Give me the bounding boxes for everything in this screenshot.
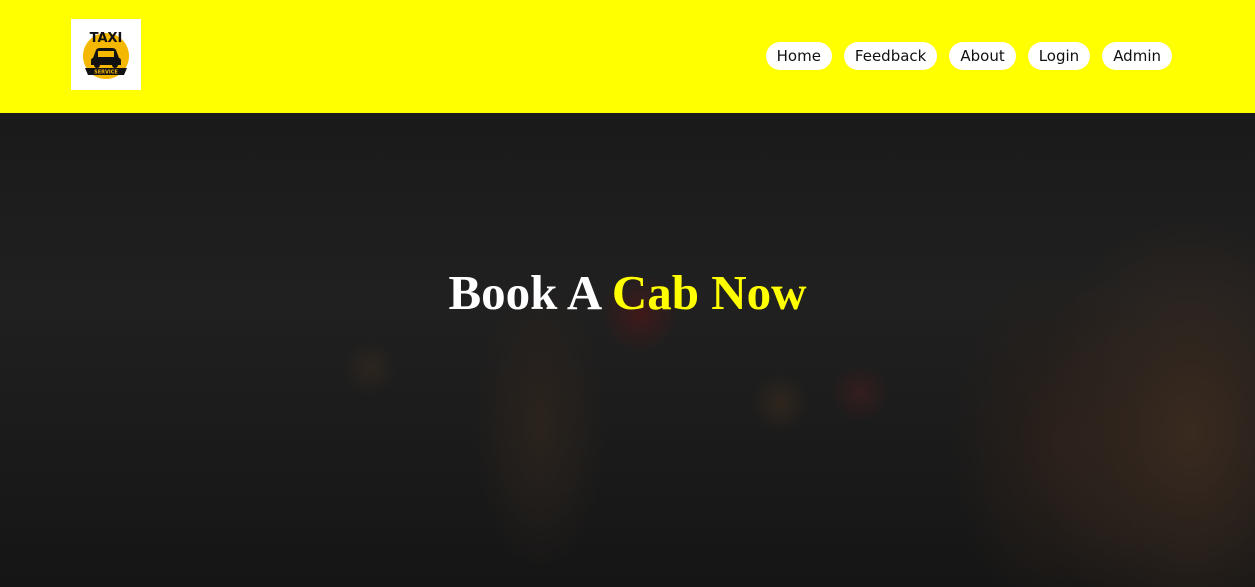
hero-title: Book A Cab Now bbox=[0, 263, 1255, 323]
logo-text-service: SERVICE bbox=[94, 70, 118, 76]
taxi-service-logo[interactable]: TAXI SERVICE bbox=[71, 19, 141, 90]
nav-admin[interactable]: Admin bbox=[1102, 42, 1172, 70]
page: TAXI SERVICE Home Feedback About Login A… bbox=[0, 0, 1255, 587]
hero-title-accent: Cab Now bbox=[611, 265, 807, 320]
logo-text-taxi: TAXI bbox=[90, 31, 123, 46]
taxi-logo-icon: TAXI SERVICE bbox=[83, 31, 129, 79]
hero-banner: Book A Cab Now bbox=[0, 113, 1255, 587]
hero-title-white: Book A bbox=[448, 265, 600, 320]
main-nav: Home Feedback About Login Admin bbox=[765, 42, 1172, 70]
site-header: TAXI SERVICE Home Feedback About Login A… bbox=[0, 0, 1255, 113]
nav-feedback[interactable]: Feedback bbox=[843, 42, 938, 70]
nav-about[interactable]: About bbox=[949, 42, 1016, 70]
nav-home[interactable]: Home bbox=[765, 42, 832, 70]
nav-login[interactable]: Login bbox=[1027, 42, 1091, 70]
